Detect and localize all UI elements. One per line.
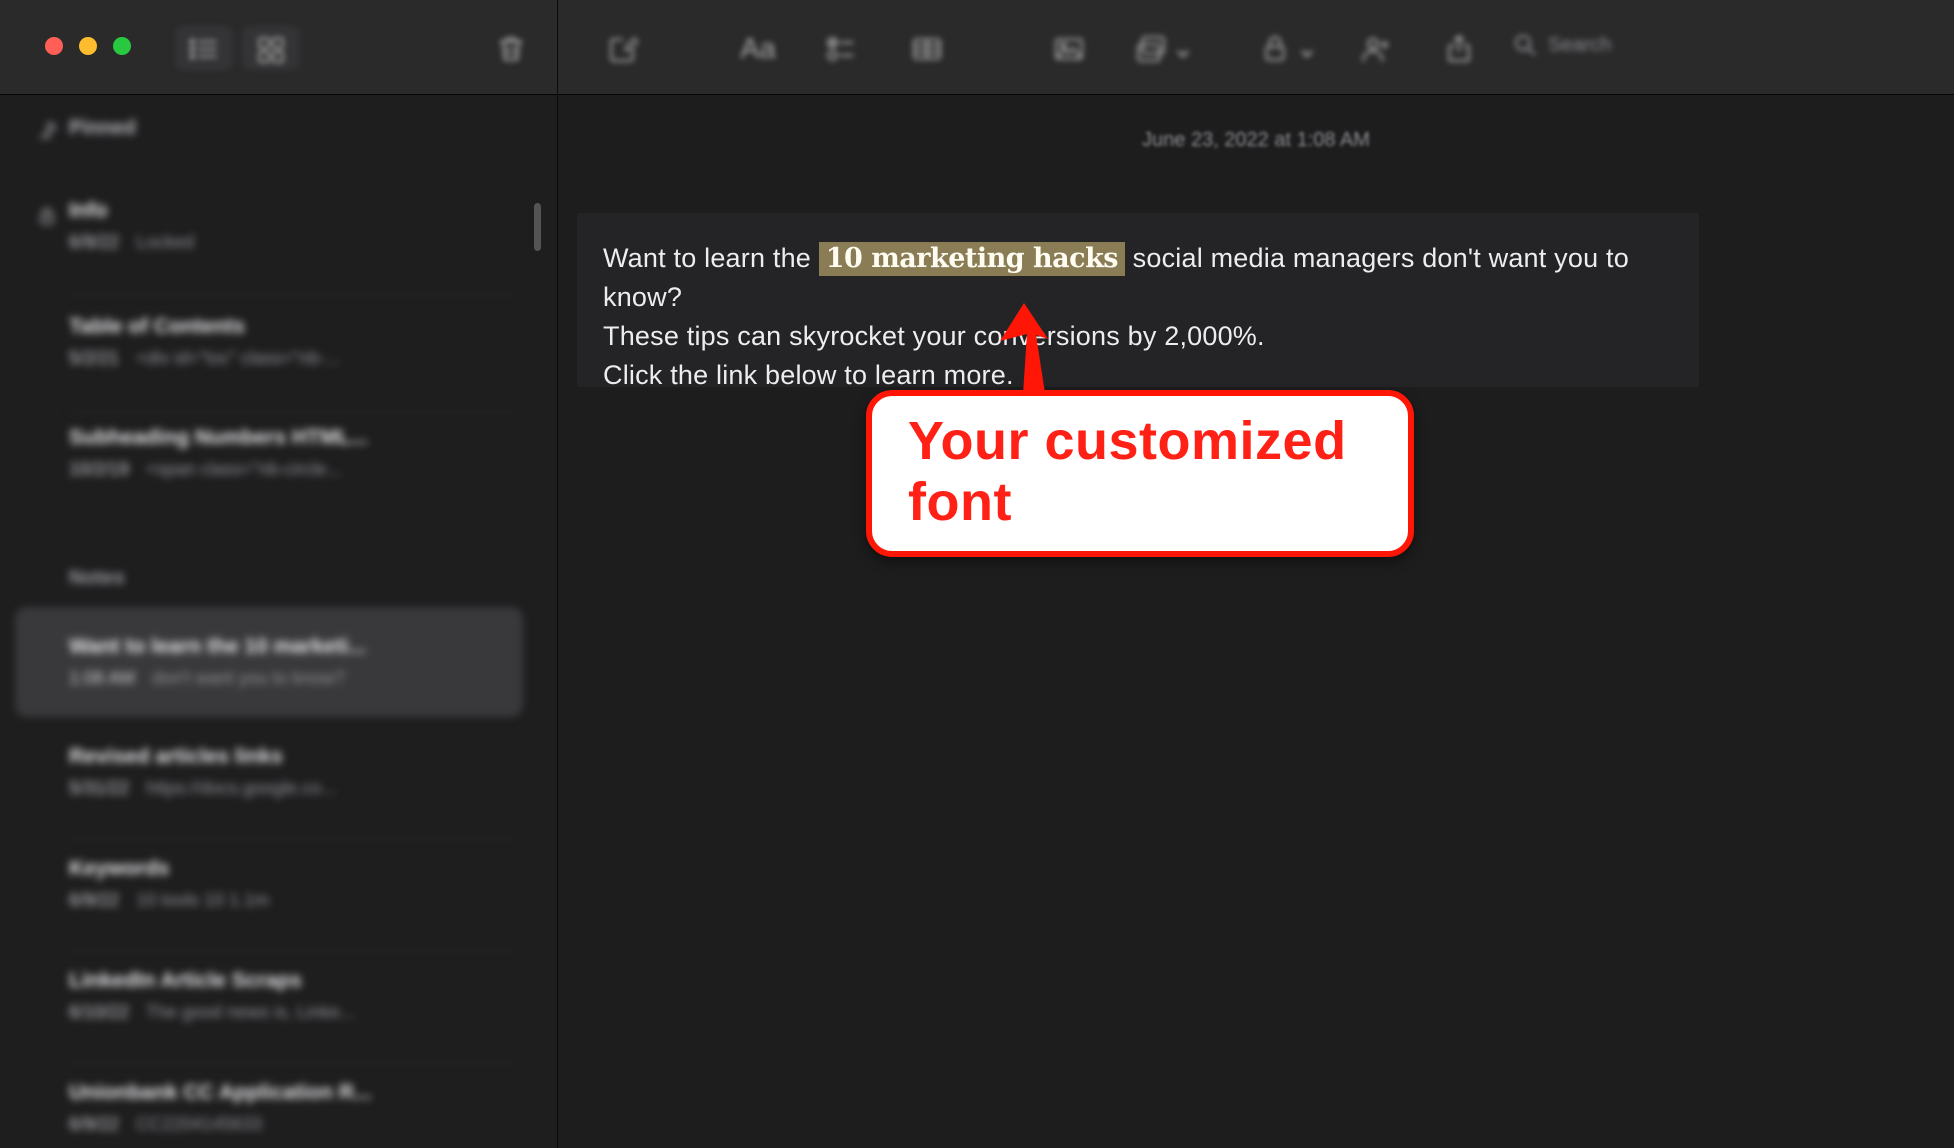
note-subline: 5/2/21 <div id="toc" class="nb-... <box>69 348 523 369</box>
note-text-pre: Want to learn the <box>603 243 819 273</box>
search-icon <box>1512 32 1538 58</box>
note-preview: 10 tools 10 1.1m <box>136 890 269 910</box>
note-preview: don't want you to know? <box>152 668 345 688</box>
share-icon[interactable] <box>1440 30 1478 68</box>
note-subline: 6/9/22 CC2204145633 <box>69 1114 523 1135</box>
note-date: 10/2/19 <box>69 459 129 479</box>
divider <box>69 839 519 840</box>
note-title: Revised articles links <box>69 745 523 769</box>
trash-icon[interactable] <box>492 30 530 68</box>
table-icon[interactable] <box>908 30 946 68</box>
note-preview: Locked <box>136 232 194 252</box>
note-date: 6/9/22 <box>69 1114 119 1134</box>
divider <box>69 411 519 412</box>
list-item-selected-note[interactable]: Want to learn the 10 marketi... 1:08 AM … <box>69 635 523 689</box>
list-item-toc[interactable]: Table of Contents 5/2/21 <div id="toc" c… <box>69 315 523 369</box>
note-subline: 5/31/22 https://docs.google.co... <box>69 778 523 799</box>
note-subline: 6/9/22 Locked <box>69 232 523 253</box>
list-view-icon[interactable] <box>185 30 223 68</box>
notes-sidebar: Pinned Info 6/9/22 Locked Table of Conte… <box>0 95 557 1148</box>
callout-line-2: font <box>908 472 1408 533</box>
note-title: Keywords <box>69 857 523 881</box>
note-editor[interactable]: June 23, 2022 at 1:08 AM Want to learn t… <box>558 95 1954 1148</box>
note-subline: 6/10/22 The good news is, Linke... <box>69 1002 523 1023</box>
compose-icon[interactable] <box>604 30 642 68</box>
list-item-keywords[interactable]: Keywords 6/9/22 10 tools 10 1.1m <box>69 857 523 911</box>
photo-icon[interactable] <box>1050 30 1088 68</box>
search-input[interactable] <box>1548 34 1848 57</box>
gallery-view-icon[interactable] <box>252 30 290 68</box>
sidebar-divider <box>557 0 558 1148</box>
checklist-icon[interactable] <box>822 30 860 68</box>
note-date: 6/9/22 <box>69 232 119 252</box>
note-subline: 10/2/19 <span class="nb-circle... <box>69 459 523 480</box>
note-title: Unionbank CC Application R... <box>69 1081 523 1105</box>
pin-icon <box>36 119 58 141</box>
note-body[interactable]: Want to learn the 10 marketing hacks soc… <box>577 213 1699 387</box>
lock-chevron-down-icon[interactable] <box>1300 46 1314 56</box>
note-preview: <span class="nb-circle... <box>146 459 341 479</box>
toolbar: Aa <box>0 0 1954 95</box>
note-line-2: These tips can skyrocket your conversion… <box>603 317 1673 356</box>
divider <box>69 295 519 296</box>
media-chevron-down-icon[interactable] <box>1176 46 1190 56</box>
list-item-subheading[interactable]: Subheading Numbers HTML... 10/2/19 <span… <box>69 426 523 480</box>
collaborate-icon[interactable] <box>1356 30 1394 68</box>
format-label: Aa <box>740 33 775 66</box>
list-item-unionbank[interactable]: Unionbank CC Application R... 6/9/22 CC2… <box>69 1081 523 1135</box>
note-date: 5/31/22 <box>69 778 129 798</box>
small-lock-icon <box>36 205 58 227</box>
sidebar-content: Pinned Info 6/9/22 Locked Table of Conte… <box>0 95 557 1148</box>
annotation-callout: Your customized font <box>866 390 1414 557</box>
search-field[interactable] <box>1512 32 1848 58</box>
divider <box>69 1063 519 1064</box>
notes-app-window: Aa <box>0 0 1954 1148</box>
note-line-1: Want to learn the 10 marketing hacks soc… <box>603 239 1673 317</box>
note-title: Info <box>69 199 523 223</box>
format-icon[interactable]: Aa <box>734 30 782 68</box>
note-title: LinkedIn Article Scraps <box>69 969 523 993</box>
note-preview: CC2204145633 <box>136 1114 262 1134</box>
note-subline: 6/9/22 10 tools 10 1.1m <box>69 890 523 911</box>
note-date: 6/9/22 <box>69 890 119 910</box>
notes-section-header: Notes <box>69 567 125 590</box>
list-item-info[interactable]: Info 6/9/22 Locked <box>69 199 523 253</box>
note-date-header: June 23, 2022 at 1:08 AM <box>558 129 1954 152</box>
lock-icon[interactable] <box>1256 30 1294 68</box>
list-item-revised-links[interactable]: Revised articles links 5/31/22 https://d… <box>69 745 523 799</box>
note-title: Table of Contents <box>69 315 523 339</box>
pinned-section-header: Pinned <box>69 117 136 140</box>
note-date: 1:08 AM <box>69 668 135 688</box>
note-date: 6/10/22 <box>69 1002 129 1022</box>
media-icon[interactable] <box>1132 30 1170 68</box>
note-title: Want to learn the 10 marketi... <box>69 635 523 659</box>
callout-line-1: Your customized <box>908 411 1408 472</box>
list-item-linkedin-scraps[interactable]: LinkedIn Article Scraps 6/10/22 The good… <box>69 969 523 1023</box>
divider <box>69 951 519 952</box>
callout-text: Your customized font <box>872 396 1408 533</box>
note-subline: 1:08 AM don't want you to know? <box>69 668 523 689</box>
highlighted-custom-font-text: 10 marketing hacks <box>819 242 1125 276</box>
note-preview: The good news is, Linke... <box>146 1002 355 1022</box>
note-date: 5/2/21 <box>69 348 119 368</box>
note-preview: https://docs.google.co... <box>146 778 336 798</box>
toolbar-icons: Aa <box>0 0 1954 94</box>
note-title: Subheading Numbers HTML... <box>69 426 523 450</box>
sidebar-scrollbar[interactable] <box>534 203 541 251</box>
note-preview: <div id="toc" class="nb-... <box>136 348 340 368</box>
